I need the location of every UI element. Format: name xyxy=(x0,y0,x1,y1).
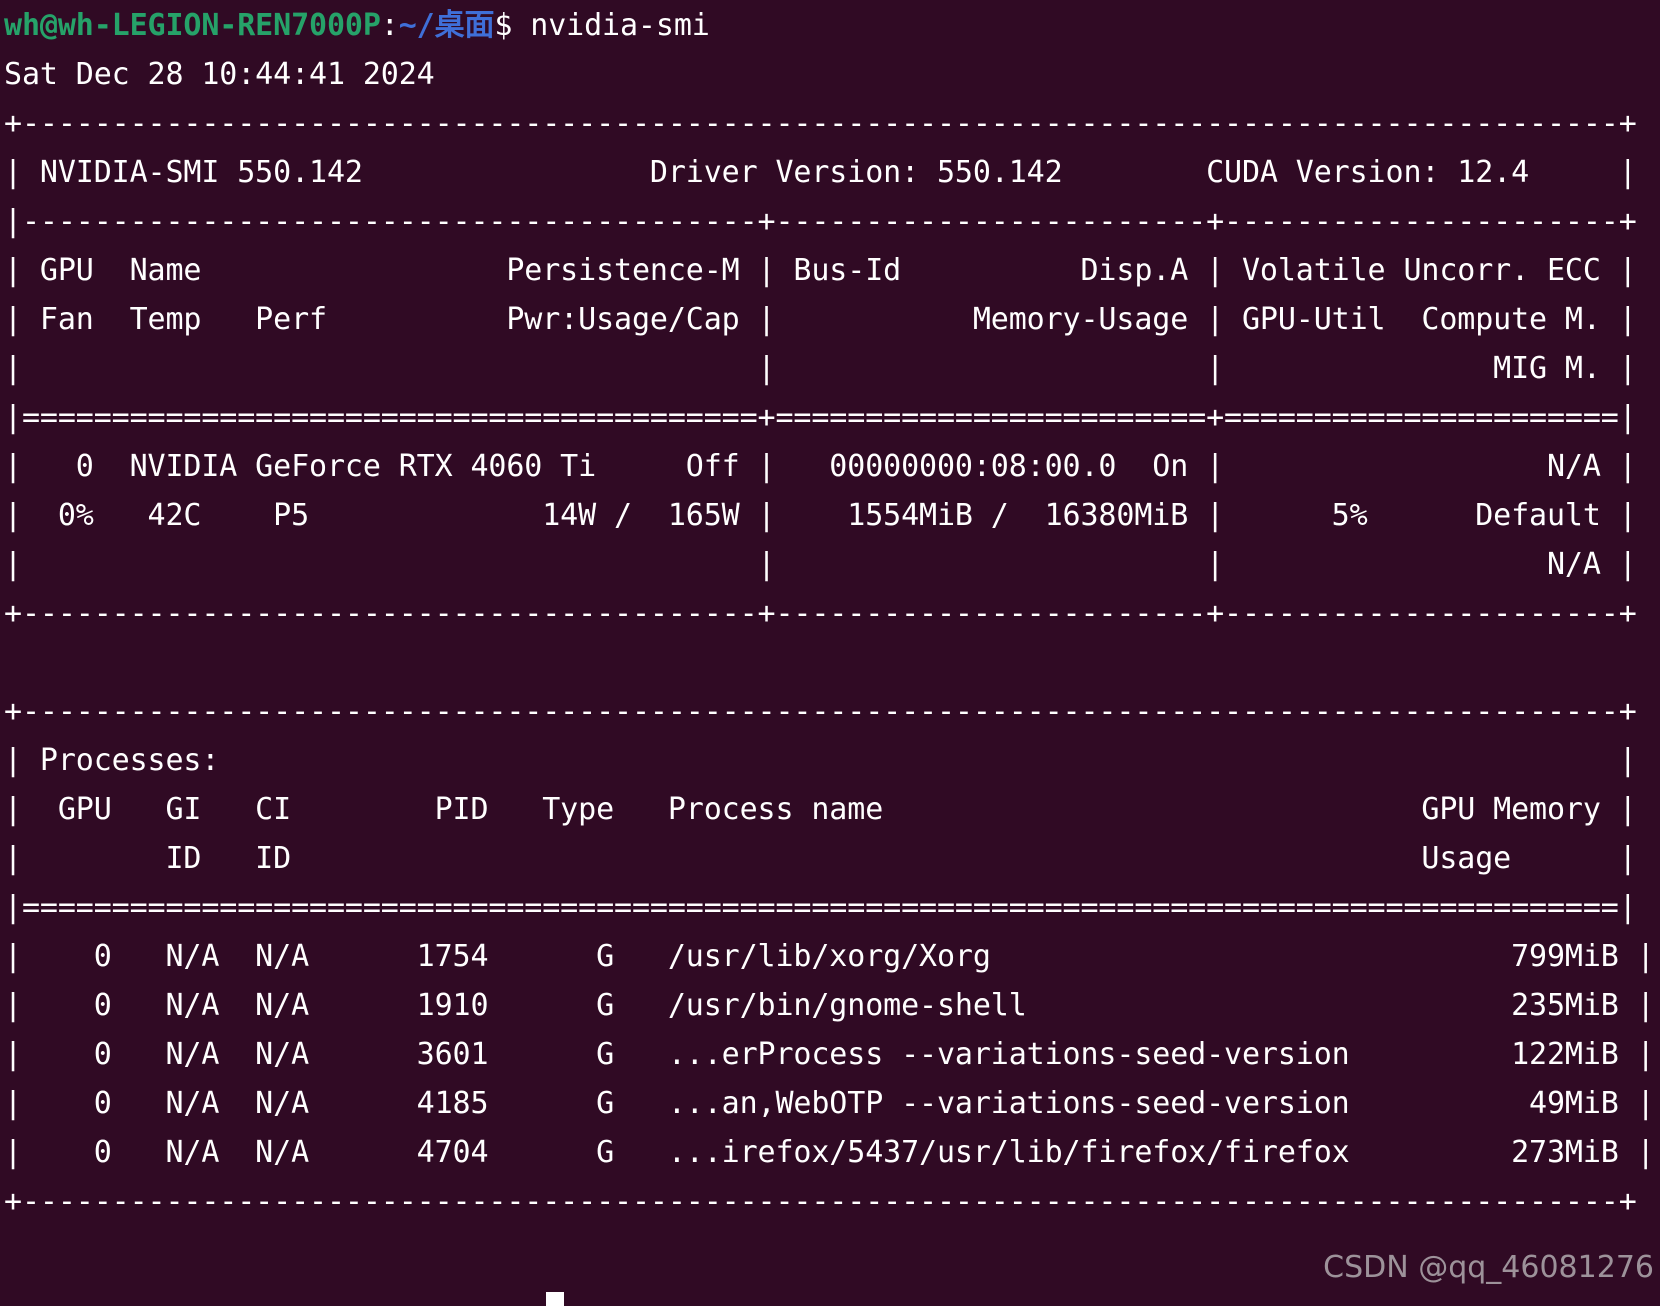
prompt-line: wh@wh-LEGION-REN7000P:~/桌面$ nvidia-smi xyxy=(4,0,710,52)
process-row: | 0 N/A N/A 1754 G /usr/lib/xorg/Xorg 79… xyxy=(4,939,1655,974)
processes-header-separator: |=======================================… xyxy=(4,890,1637,925)
processes-table-top-border: +---------------------------------------… xyxy=(4,694,1637,729)
gpu-header-row-1: | GPU Name Persistence-M | Bus-Id Disp.A… xyxy=(4,253,1637,288)
process-row: | 0 N/A N/A 4185 G ...an,WebOTP --variat… xyxy=(4,1086,1655,1121)
process-row: | 0 N/A N/A 3601 G ...erProcess --variat… xyxy=(4,1037,1655,1072)
version-info-row: | NVIDIA-SMI 550.142 Driver Version: 550… xyxy=(4,155,1637,190)
gpu-header-row-2: | Fan Temp Perf Pwr:Usage/Cap | Memory-U… xyxy=(4,302,1637,337)
process-row: | 0 N/A N/A 1910 G /usr/bin/gnome-shell … xyxy=(4,988,1655,1023)
gpu-header-row-3: | | | MIG M. | xyxy=(4,351,1637,386)
terminal-window[interactable]: wh@wh-LEGION-REN7000P:~/桌面$ nvidia-smi S… xyxy=(4,0,1656,1306)
command-text: nvidia-smi xyxy=(530,8,710,43)
gpu-header-separator: |=======================================… xyxy=(4,400,1637,435)
processes-header-row-2: | ID ID Usage | xyxy=(4,841,1637,876)
processes-header-row-1: | GPU GI CI PID Type Process name GPU Me… xyxy=(4,792,1637,827)
prompt-user-host: wh@wh-LEGION-REN7000P xyxy=(4,8,381,43)
terminal-cursor xyxy=(546,1292,564,1306)
gpu-row-3: | | | N/A | xyxy=(4,547,1637,582)
prompt-path: ~/桌面 xyxy=(398,8,495,43)
output-timestamp: Sat Dec 28 10:44:41 2024 xyxy=(4,57,435,92)
prompt-dollar: $ xyxy=(494,8,531,43)
processes-table-bottom-border: +---------------------------------------… xyxy=(4,1184,1637,1219)
gpu-row-1: | 0 NVIDIA GeForce RTX 4060 Ti Off | 000… xyxy=(4,449,1637,484)
process-row: | 0 N/A N/A 4704 G ...irefox/5437/usr/li… xyxy=(4,1135,1655,1170)
watermark: CSDN @qq_46081276 xyxy=(1323,1250,1654,1285)
table-divider: |---------------------------------------… xyxy=(4,204,1637,239)
table-top-border: +---------------------------------------… xyxy=(4,106,1637,141)
gpu-row-2: | 0% 42C P5 14W / 165W | 1554MiB / 16380… xyxy=(4,498,1637,533)
prompt-colon: : xyxy=(380,8,399,43)
gpu-table-bottom-border: +---------------------------------------… xyxy=(4,596,1637,631)
processes-title-row: | Processes: | xyxy=(4,743,1637,778)
